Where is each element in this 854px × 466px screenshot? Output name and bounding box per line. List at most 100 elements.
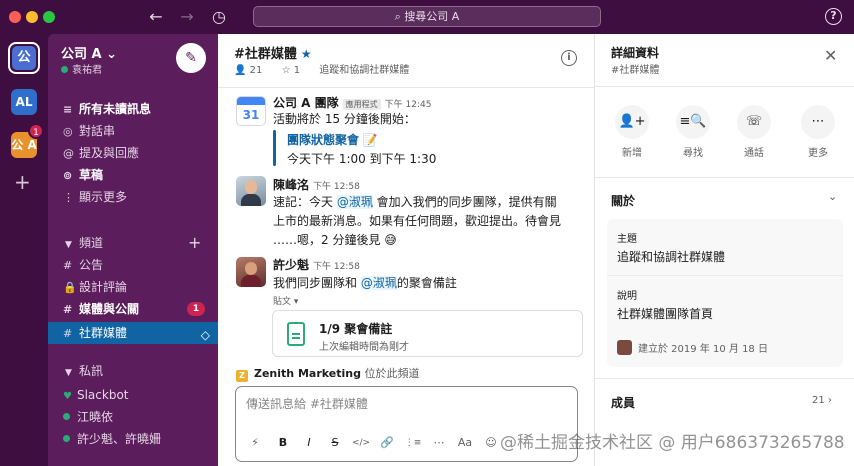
add-people-button[interactable]: 👤+ 新增 xyxy=(612,105,652,159)
memo-icon: 📝 xyxy=(362,133,378,147)
more-button[interactable]: ⋯ 更多 xyxy=(798,105,838,159)
help-icon[interactable]: ? xyxy=(825,8,842,25)
members-count[interactable]: 21 › xyxy=(812,395,832,406)
event-title[interactable]: 團隊狀態聚會 📝 xyxy=(287,131,378,148)
message-author[interactable]: 許少魁 下午 12:58 xyxy=(273,256,360,273)
minimize-window-button[interactable] xyxy=(26,11,38,23)
members-section-header[interactable]: 成員 xyxy=(611,394,635,411)
chevron-down-icon[interactable]: ⌄ xyxy=(828,190,837,203)
current-user-name: 袁祐君 xyxy=(72,65,102,76)
find-button[interactable]: ≡🔍 尋找 xyxy=(673,105,713,159)
star-icon[interactable]: ★ xyxy=(301,47,312,61)
history-clock-icon[interactable]: ◷ xyxy=(209,7,229,27)
topic-value[interactable]: 追蹤和協調社群媒體 xyxy=(617,248,725,265)
close-window-button[interactable] xyxy=(9,11,21,23)
sidebar-item-mentions[interactable]: @ 提及與回應 xyxy=(48,142,218,164)
sidebar-item-label: 對話串 xyxy=(79,124,116,138)
members-count[interactable]: 👤 21 xyxy=(234,65,270,76)
calendar-app-avatar[interactable]: 31 xyxy=(236,96,266,126)
list-icon[interactable]: ⋮≡ xyxy=(402,433,424,453)
channel-view: #社群媒體 ★ 👤 21 ☆ 1 追蹤和協調社群媒體 i 31 公司 A 團隊 應用… xyxy=(218,34,594,466)
emoji-icon[interactable]: ☺ xyxy=(482,433,500,453)
sidebar-dm-jiang[interactable]: 江曉依 xyxy=(48,406,218,428)
italic-icon[interactable]: I xyxy=(300,433,318,453)
message-text-part: 的聚會備註 xyxy=(396,276,457,290)
forward-arrow-icon[interactable]: → xyxy=(177,7,197,27)
created-text: 建立於 2019 年 10 月 18 日 xyxy=(638,344,768,355)
hash-icon: # xyxy=(63,327,73,340)
channel-topic[interactable]: 追蹤和協調社群媒體 xyxy=(319,65,409,76)
sidebar-channel-media-pr[interactable]: # 媒體與公關 1 xyxy=(48,298,218,320)
pins-count-value: 1 xyxy=(293,65,301,76)
add-channel-icon[interactable]: + xyxy=(188,235,201,251)
unread-badge: 1 xyxy=(187,302,205,316)
file-attachment[interactable]: 1/9 聚會備註 上次編輯時間為剛才 xyxy=(272,310,583,357)
avatar-face xyxy=(245,262,257,275)
sidebar-item-unreads[interactable]: ≡ 所有未讀訊息 xyxy=(48,98,218,120)
workspace-a-badge: 1 xyxy=(28,123,44,139)
description-value[interactable]: 社群媒體團隊首頁 xyxy=(617,305,713,322)
title-bar: ← → ◷ ⌕ 搜尋公司 A ? xyxy=(0,0,854,34)
workspace-name[interactable]: 公司 A ⌄ xyxy=(61,43,117,62)
sidebar-channel-announcements[interactable]: # 公告 xyxy=(48,254,218,276)
avatar[interactable] xyxy=(236,176,266,206)
pins-count[interactable]: ☆ 1 xyxy=(282,65,309,76)
message-input[interactable] xyxy=(246,397,566,411)
sidebar-item-threads[interactable]: ◎ 對話串 xyxy=(48,120,218,142)
current-user[interactable]: 袁祐君 xyxy=(61,61,102,76)
maximize-window-button[interactable] xyxy=(43,11,55,23)
compose-icon[interactable]: ✎ xyxy=(176,43,206,73)
more-formatting-icon[interactable]: ⋯ xyxy=(430,433,448,453)
sidebar-item-show-more[interactable]: ⋮ 顯示更多 xyxy=(48,186,218,208)
workspace-rail: 公 AL 公 A 1 + xyxy=(0,34,48,466)
message-time[interactable]: 下午 12:45 xyxy=(385,100,432,110)
channel-title[interactable]: #社群媒體 ★ xyxy=(234,43,312,62)
author-name: 公司 A 團隊 xyxy=(273,96,339,110)
message-author[interactable]: 公司 A 團隊 應用程式 下午 12:45 xyxy=(273,94,431,111)
workspace-al[interactable]: AL xyxy=(11,89,37,115)
link-icon[interactable]: 🔗 xyxy=(378,433,396,453)
panel-divider xyxy=(595,86,854,87)
workspace-active[interactable]: 公 xyxy=(8,42,40,74)
back-arrow-icon[interactable]: ← xyxy=(146,7,166,27)
format-text-icon[interactable]: Aa xyxy=(454,433,476,453)
sidebar-item-label: 顯示更多 xyxy=(79,190,128,204)
shortcuts-icon[interactable]: ⚡ xyxy=(246,433,264,453)
mention-icon: @ xyxy=(63,147,74,160)
attachment-toggle[interactable]: 貼文 ▾ xyxy=(273,294,298,307)
unreads-icon: ≡ xyxy=(63,103,73,116)
close-icon[interactable]: ✕ xyxy=(824,48,837,64)
info-icon[interactable]: i xyxy=(561,50,577,66)
bold-icon[interactable]: B xyxy=(274,433,292,453)
add-person-icon: 👤+ xyxy=(615,105,649,139)
sidebar-item-label: 所有未讀訊息 xyxy=(79,102,152,116)
panel-divider xyxy=(595,378,854,379)
avatar[interactable] xyxy=(236,257,266,287)
sidebar-item-drafts[interactable]: ⊚ 草稿 xyxy=(48,164,218,186)
user-mention[interactable]: @淑珮 xyxy=(360,276,397,290)
call-button[interactable]: ☏ 通話 xyxy=(734,105,774,159)
dms-section-header[interactable]: ▼ 私訊 xyxy=(48,361,218,381)
presence-name[interactable]: Zenith Marketing xyxy=(254,367,361,380)
message-author[interactable]: 陳峰洺 下午 12:58 xyxy=(273,176,360,193)
workspace-active-label: 公 xyxy=(12,46,36,70)
sidebar-dm-slackbot[interactable]: ♥ Slackbot xyxy=(48,384,218,406)
add-workspace-icon[interactable]: + xyxy=(14,172,31,192)
sidebar-channel-design-review[interactable]: 🔒 設計評論 xyxy=(48,276,218,298)
message-text-part: 我們同步團隊和 xyxy=(273,276,361,290)
message-time[interactable]: 下午 12:58 xyxy=(313,262,360,272)
search-placeholder: 搜尋公司 A xyxy=(404,10,460,23)
code-icon[interactable]: </> xyxy=(350,433,372,453)
sidebar-dm-group[interactable]: 許少魁、許曉姍 xyxy=(48,428,218,450)
message-time[interactable]: 下午 12:58 xyxy=(313,182,360,192)
strikethrough-icon[interactable]: S xyxy=(326,433,344,453)
message-text: 上市的最新消息。如果有任何問題，歡迎提出。待會見 xyxy=(273,214,562,228)
hash-icon: # xyxy=(63,259,73,272)
panel-divider xyxy=(595,177,854,178)
event-title-link[interactable]: 團隊狀態聚會 xyxy=(287,133,359,147)
search-bar[interactable]: ⌕ 搜尋公司 A xyxy=(253,6,601,27)
channel-meta: 👤 21 ☆ 1 追蹤和協調社群媒體 xyxy=(234,61,417,76)
about-section-header[interactable]: 關於 xyxy=(611,192,635,209)
user-mention[interactable]: @淑珮 xyxy=(336,195,373,209)
sidebar-channel-social-media[interactable]: # 社群媒體 ◇ xyxy=(48,322,218,344)
